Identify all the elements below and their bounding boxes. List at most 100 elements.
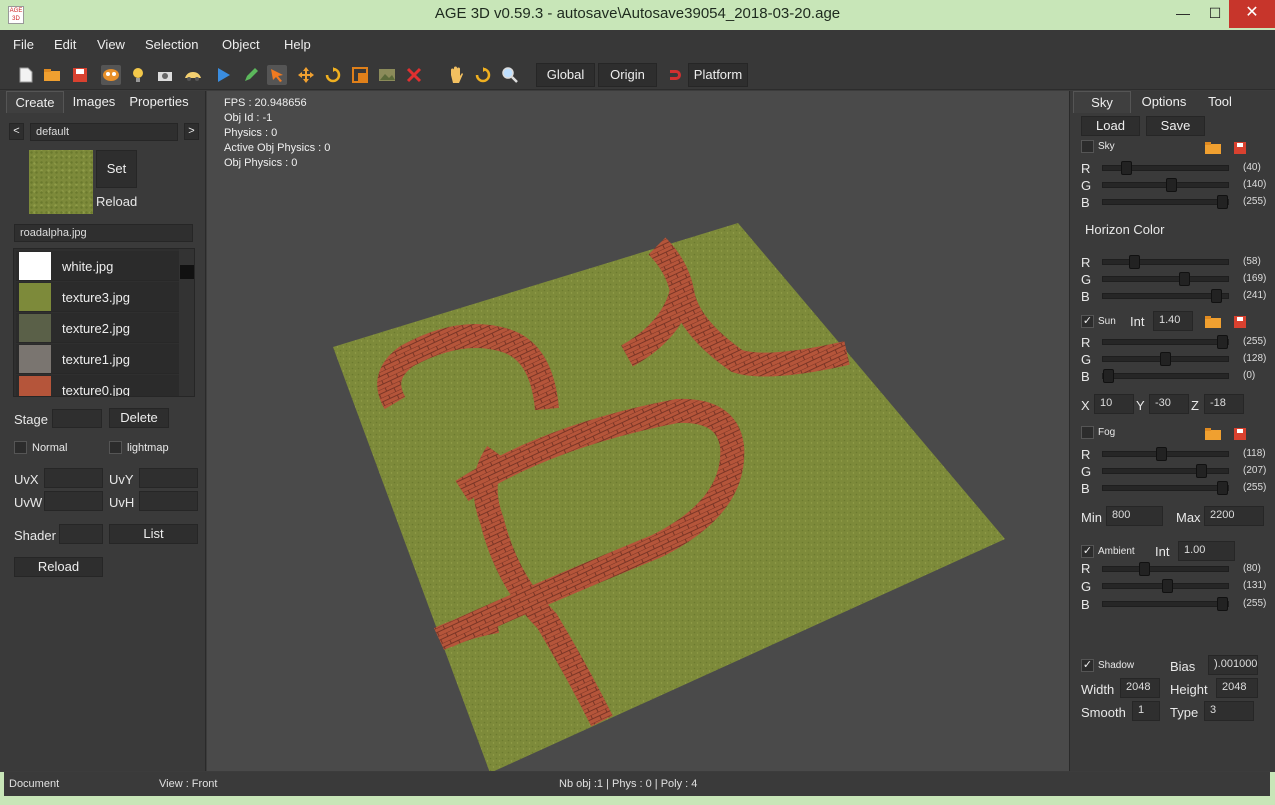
- fog-save-icon[interactable]: [1231, 427, 1249, 441]
- scrollbar-thumb[interactable]: [180, 265, 194, 279]
- horizon-g-slider[interactable]: [1102, 272, 1229, 286]
- uvy-field[interactable]: [139, 468, 198, 488]
- sun-b-slider[interactable]: [1102, 369, 1229, 383]
- slider-knob[interactable]: [1139, 562, 1150, 576]
- origin-button[interactable]: Origin: [598, 63, 657, 87]
- sun-g-slider[interactable]: [1102, 352, 1229, 366]
- slider-knob[interactable]: [1196, 464, 1207, 478]
- texture-list-scrollbar[interactable]: [179, 249, 194, 396]
- slider-knob[interactable]: [1217, 597, 1228, 611]
- category-field[interactable]: default: [30, 123, 178, 141]
- sun-x-field[interactable]: 10: [1094, 394, 1134, 414]
- uvh-field[interactable]: [139, 491, 198, 511]
- sky-r-slider[interactable]: [1102, 161, 1229, 175]
- sun-z-field[interactable]: -18: [1204, 394, 1244, 414]
- fog-b-slider[interactable]: [1102, 481, 1229, 495]
- list-item[interactable]: texture2.jpg: [16, 313, 179, 343]
- list-item[interactable]: white.jpg: [16, 251, 179, 281]
- fog-max-field[interactable]: 2200: [1204, 506, 1264, 526]
- menu-selection[interactable]: Selection: [145, 37, 198, 52]
- smooth-field[interactable]: 1: [1132, 701, 1160, 721]
- zoom-icon[interactable]: [500, 65, 520, 85]
- horizon-b-slider[interactable]: [1102, 289, 1229, 303]
- reload-shader-button[interactable]: Reload: [14, 557, 103, 577]
- slider-knob[interactable]: [1162, 579, 1173, 593]
- fog-g-slider[interactable]: [1102, 464, 1229, 478]
- rotate-icon[interactable]: [323, 65, 343, 85]
- fog-r-slider[interactable]: [1102, 447, 1229, 461]
- texture-filename-field[interactable]: roadalpha.jpg: [14, 224, 193, 242]
- shadow-height-field[interactable]: 2048: [1216, 678, 1258, 698]
- shader-field[interactable]: [59, 524, 103, 544]
- menu-help[interactable]: Help: [284, 37, 311, 52]
- normal-checkbox[interactable]: [14, 441, 27, 454]
- ambient-intensity-field[interactable]: 1.00: [1178, 541, 1235, 561]
- menu-file[interactable]: File: [13, 37, 34, 52]
- scale-icon[interactable]: [350, 65, 370, 85]
- light-bulb-icon[interactable]: [128, 65, 148, 85]
- shader-list-button[interactable]: List: [109, 524, 198, 544]
- camera-icon[interactable]: [155, 65, 175, 85]
- sky-checkbox[interactable]: [1081, 140, 1094, 153]
- save-sky-button[interactable]: Save: [1146, 116, 1205, 136]
- tab-properties[interactable]: Properties: [124, 91, 194, 113]
- hand-icon[interactable]: [446, 65, 466, 85]
- next-category-button[interactable]: >: [184, 123, 199, 140]
- sun-checkbox[interactable]: ✓: [1081, 315, 1094, 328]
- ambient-r-slider[interactable]: [1102, 562, 1229, 576]
- slider-knob[interactable]: [1179, 272, 1190, 286]
- sky-save-icon[interactable]: [1231, 141, 1249, 155]
- sun-intensity-field[interactable]: 1.40: [1153, 311, 1193, 331]
- slider-knob[interactable]: [1217, 481, 1228, 495]
- shadow-width-field[interactable]: 2048: [1120, 678, 1160, 698]
- load-sky-button[interactable]: Load: [1081, 116, 1140, 136]
- type-field[interactable]: 3: [1204, 701, 1254, 721]
- menu-view[interactable]: View: [97, 37, 125, 52]
- slider-knob[interactable]: [1129, 255, 1140, 269]
- fog-checkbox[interactable]: [1081, 426, 1094, 439]
- tab-options[interactable]: Options: [1133, 91, 1195, 113]
- list-item[interactable]: texture1.jpg: [16, 344, 179, 374]
- tab-sky[interactable]: Sky: [1073, 91, 1131, 113]
- horizon-r-slider[interactable]: [1102, 255, 1229, 269]
- uvx-field[interactable]: [44, 468, 103, 488]
- terrain-plane[interactable]: [207, 91, 1069, 771]
- shadow-checkbox[interactable]: ✓: [1081, 659, 1094, 672]
- sun-save-icon[interactable]: [1231, 315, 1249, 329]
- ambient-checkbox[interactable]: ✓: [1081, 545, 1094, 558]
- magnet-icon[interactable]: [665, 65, 685, 85]
- sky-folder-icon[interactable]: [1204, 141, 1222, 155]
- slider-knob[interactable]: [1156, 447, 1167, 461]
- slider-knob[interactable]: [1217, 195, 1228, 209]
- list-item[interactable]: texture0.jpg: [16, 375, 179, 396]
- delete-button[interactable]: Delete: [109, 408, 169, 428]
- menu-object[interactable]: Object: [222, 37, 260, 52]
- save-icon[interactable]: [70, 65, 90, 85]
- open-folder-icon[interactable]: [42, 65, 62, 85]
- uvw-field[interactable]: [44, 491, 103, 511]
- ambient-b-slider[interactable]: [1102, 597, 1229, 611]
- undo-rotate-icon[interactable]: [473, 65, 493, 85]
- tab-tool[interactable]: Tool: [1197, 91, 1243, 113]
- reload-texture-button[interactable]: Reload: [96, 194, 137, 209]
- vehicle-icon[interactable]: [183, 65, 203, 85]
- tab-images[interactable]: Images: [66, 91, 122, 113]
- menu-edit[interactable]: Edit: [54, 37, 76, 52]
- list-item[interactable]: texture3.jpg: [16, 282, 179, 312]
- set-button[interactable]: Set: [96, 150, 137, 188]
- ambient-g-slider[interactable]: [1102, 579, 1229, 593]
- sun-folder-icon[interactable]: [1204, 315, 1222, 329]
- move-icon[interactable]: [296, 65, 316, 85]
- lightmap-checkbox[interactable]: [109, 441, 122, 454]
- global-button[interactable]: Global: [536, 63, 595, 87]
- prev-category-button[interactable]: <: [9, 123, 24, 140]
- stage-field[interactable]: [52, 409, 102, 428]
- maximize-button[interactable]: ☐: [1200, 0, 1230, 28]
- sun-y-field[interactable]: -30: [1149, 394, 1189, 414]
- object-icon[interactable]: [101, 65, 121, 85]
- slider-knob[interactable]: [1166, 178, 1177, 192]
- image-icon[interactable]: [377, 65, 397, 85]
- slider-knob[interactable]: [1160, 352, 1171, 366]
- bias-field[interactable]: ).001000: [1208, 655, 1258, 675]
- sun-r-slider[interactable]: [1102, 335, 1229, 349]
